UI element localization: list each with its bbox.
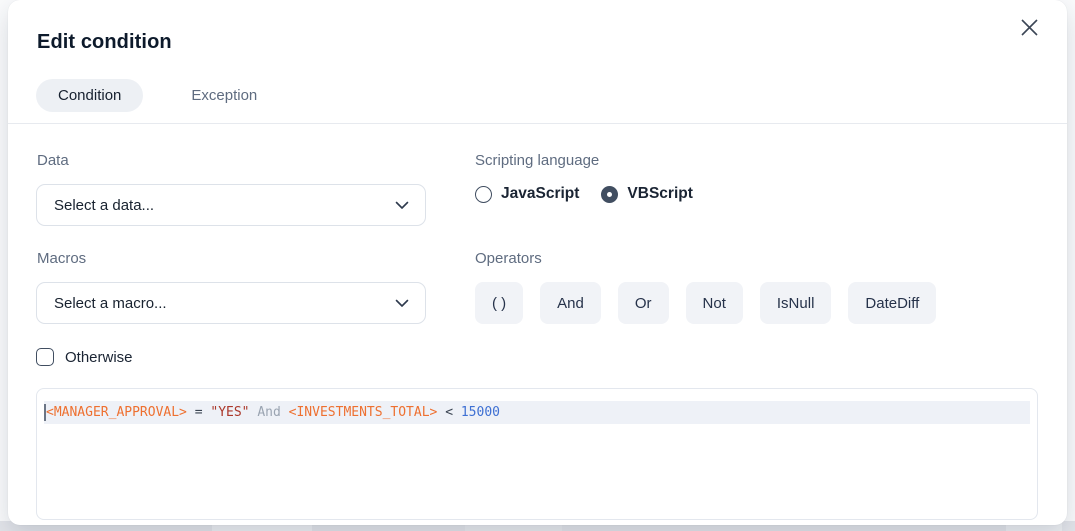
operator-button-[interactable]: ( ) xyxy=(475,282,523,324)
radio-label: VBScript xyxy=(627,185,692,203)
code-token xyxy=(250,405,258,420)
scripting-language-radio-group: JavaScript VBScript xyxy=(475,185,693,203)
active-code-line: <MANAGER_APPROVAL> = "YES" And <INVESTME… xyxy=(44,401,1030,424)
code-token: < xyxy=(437,405,460,420)
close-button[interactable] xyxy=(1015,13,1043,41)
code-token: <MANAGER_APPROVAL> xyxy=(46,405,187,420)
macro-select-value: Select a macro... xyxy=(54,295,167,312)
tab-condition[interactable]: Condition xyxy=(36,79,143,112)
radio-option-vbscript[interactable]: VBScript xyxy=(601,185,692,203)
operator-button-and[interactable]: And xyxy=(540,282,601,324)
code-token xyxy=(281,405,289,420)
chevron-down-icon xyxy=(395,299,409,308)
data-select-value: Select a data... xyxy=(54,197,154,214)
operators-label: Operators xyxy=(475,250,542,267)
radio-icon[interactable] xyxy=(601,186,618,203)
macro-select[interactable]: Select a macro... xyxy=(36,282,426,324)
radio-option-javascript[interactable]: JavaScript xyxy=(475,185,579,203)
close-icon xyxy=(1020,18,1039,37)
radio-icon[interactable] xyxy=(475,186,492,203)
code-token: <INVESTMENTS_TOTAL> xyxy=(289,405,438,420)
operator-button-datediff[interactable]: DateDiff xyxy=(848,282,936,324)
chevron-down-icon xyxy=(395,201,409,210)
otherwise-checkbox-row[interactable]: Otherwise xyxy=(36,348,133,366)
data-select[interactable]: Select a data... xyxy=(36,184,426,226)
code-token: 15000 xyxy=(461,405,500,420)
tab-exception[interactable]: Exception xyxy=(169,79,279,112)
operator-button-or[interactable]: Or xyxy=(618,282,669,324)
scripting-language-label: Scripting language xyxy=(475,152,599,169)
dialog-title: Edit condition xyxy=(37,31,172,54)
tab-list: Condition Exception xyxy=(36,79,279,112)
header-divider xyxy=(8,123,1067,124)
code-token: "YES" xyxy=(210,405,249,420)
edit-condition-dialog: Edit condition Condition Exception Data S… xyxy=(8,0,1067,525)
radio-label: JavaScript xyxy=(501,185,579,203)
operator-button-not[interactable]: Not xyxy=(686,282,743,324)
operators-button-row: ( ) And Or Not IsNull DateDiff xyxy=(475,282,936,324)
data-field-label: Data xyxy=(37,152,69,169)
code-token: And xyxy=(257,405,280,420)
condition-code-editor[interactable]: <MANAGER_APPROVAL> = "YES" And <INVESTME… xyxy=(36,388,1038,520)
otherwise-checkbox[interactable] xyxy=(36,348,54,366)
otherwise-label: Otherwise xyxy=(65,349,133,366)
code-token: = xyxy=(187,405,210,420)
operator-button-isnull[interactable]: IsNull xyxy=(760,282,832,324)
macros-field-label: Macros xyxy=(37,250,86,267)
